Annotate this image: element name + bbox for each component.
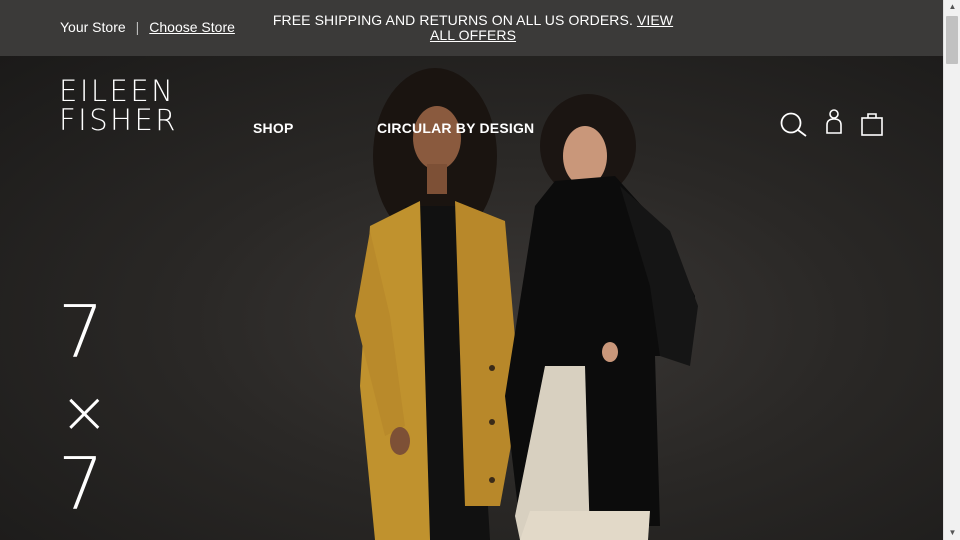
logo-line-2: FISHER <box>59 103 178 137</box>
page-scrollbar[interactable]: ▲ ▼ <box>943 0 960 540</box>
search-icon[interactable] <box>780 112 808 138</box>
eileen-fisher-logo[interactable]: EILEEN FISHER <box>59 77 178 135</box>
nav-shop[interactable]: SHOP <box>253 120 293 136</box>
store-selector: Your Store | Choose Store <box>60 19 235 35</box>
logo-line-1: EILEEN <box>59 74 176 108</box>
hero-banner[interactable]: EILEEN FISHER SHOP CIRCULAR BY DESIGN 7 … <box>0 56 943 540</box>
scroll-up-arrow-icon[interactable]: ▲ <box>944 0 960 14</box>
hero-times-sign: × <box>60 378 109 446</box>
promo-text: FREE SHIPPING AND RETURNS ON ALL US ORDE… <box>272 12 633 28</box>
store-separator: | <box>135 19 140 35</box>
your-store-label: Your Store <box>60 19 126 35</box>
scroll-down-arrow-icon[interactable]: ▼ <box>944 526 960 540</box>
account-icon[interactable] <box>825 108 843 136</box>
scrollbar-thumb[interactable] <box>946 16 958 64</box>
bag-icon[interactable] <box>860 111 884 137</box>
nav-circular-by-design[interactable]: CIRCULAR BY DESIGN <box>377 120 534 136</box>
choose-store-link[interactable]: Choose Store <box>149 19 235 35</box>
promo-message: FREE SHIPPING AND RETURNS ON ALL US ORDE… <box>272 13 674 43</box>
hero-number-7-top: 7 <box>58 290 104 374</box>
hero-number-7-bottom: 7 <box>58 442 104 526</box>
announcement-bar: Your Store | Choose Store FREE SHIPPING … <box>0 0 943 56</box>
